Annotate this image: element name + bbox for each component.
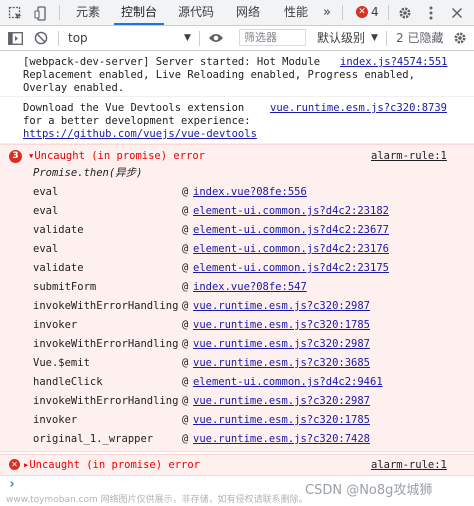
stack-function-name: eval [33, 243, 59, 255]
stack-function-name: submitForm [33, 281, 97, 293]
source-link[interactable]: alarm-rule:1 [371, 458, 447, 472]
source-link[interactable]: alarm-rule:1 [371, 149, 447, 163]
more-tabs-icon[interactable]: » [318, 0, 336, 25]
stack-source-link[interactable]: element-ui.common.js?d4c2:23176 [193, 242, 389, 256]
context-selector[interactable]: top [68, 26, 88, 50]
error-count[interactable]: 4 [371, 0, 379, 25]
csdn-watermark: CSDN @No8g攻城狮 [305, 483, 433, 498]
site-watermark: www.toymoban.com 网络图片仅供展示，非存储，如有侵权请联系删除。 [6, 495, 308, 505]
tab-performance[interactable]: 性能 [276, 0, 316, 25]
tab-console[interactable]: 控制台 [114, 0, 164, 25]
sidebar-toggle-icon[interactable] [6, 29, 24, 47]
async-marker: Promise.then(异步) [33, 167, 143, 179]
stack-function-name: validate [33, 224, 84, 236]
stack-function-name: invokeWithErrorHandling [33, 395, 179, 407]
stack-at-sign: @ [182, 319, 189, 331]
hidden-count: 2 已隐藏 [396, 31, 444, 45]
stack-source-link[interactable]: vue.runtime.esm.js?c320:7428 [193, 432, 370, 446]
stack-source-link[interactable]: element-ui.common.js?d4c2:9461 [193, 375, 383, 389]
filter-input[interactable]: 筛选器 [239, 29, 306, 46]
log-text: Overlay enabled. [23, 82, 125, 94]
levels-dropdown-icon[interactable]: ▼ [371, 26, 378, 50]
more-options-icon[interactable] [422, 4, 440, 22]
devtools-link[interactable]: https://github.com/vuejs/vue-devtools [23, 127, 257, 141]
stack-source-link[interactable]: index.vue?08fe:547 [193, 280, 307, 294]
log-text: [webpack-dev-server] Server started: Hot… [23, 56, 321, 68]
stack-function-name: invokeWithErrorHandling [33, 300, 179, 312]
stack-function-name: eval [33, 205, 59, 217]
stack-source-link[interactable]: vue.runtime.esm.js?c320:3685 [193, 356, 370, 370]
settings-gear-icon[interactable] [396, 4, 414, 22]
log-text: Replacement enabled, Live Reloading enab… [23, 69, 415, 81]
tab-sources[interactable]: 源代码 [170, 0, 222, 25]
error-message-collapsed: ✕ ▸Uncaught (in promise) error alarm-rul… [0, 454, 474, 476]
stack-at-sign: @ [182, 376, 189, 388]
stack-source-link[interactable]: element-ui.common.js?d4c2:23677 [193, 223, 389, 237]
stack-function-name: original_1._wrapper [33, 433, 154, 445]
stack-function-name: handleClick [33, 376, 103, 388]
stack-at-sign: @ [182, 262, 189, 274]
log-text: Download the Vue Devtools extension [23, 102, 245, 114]
console-prompt[interactable]: › [8, 477, 16, 492]
console-settings-gear-icon[interactable] [451, 29, 469, 47]
error-repeat-count: 3 [9, 150, 22, 163]
stack-function-name: invokeWithErrorHandling [33, 338, 179, 350]
live-expression-eye-icon[interactable] [207, 29, 225, 47]
stack-at-sign: @ [182, 281, 189, 293]
device-toggle-icon[interactable] [32, 4, 50, 22]
stack-source-link[interactable]: vue.runtime.esm.js?c320:2987 [193, 394, 370, 408]
devtools-tab-bar: 元素 控制台 源代码 网络 性能 » ✕ 4 [0, 0, 474, 26]
stack-function-name: Vue.$emit [33, 357, 90, 369]
stack-at-sign: @ [182, 395, 189, 407]
log-message: [webpack-dev-server] Server started: Hot… [0, 51, 474, 97]
stack-at-sign: @ [182, 224, 189, 236]
console-output: [webpack-dev-server] Server started: Hot… [0, 51, 474, 506]
stack-source-link[interactable]: vue.runtime.esm.js?c320:1785 [193, 413, 370, 427]
stack-function-name: invoker [33, 414, 78, 426]
error-title[interactable]: ▸Uncaught (in promise) error [23, 458, 200, 472]
stack-source-link[interactable]: vue.runtime.esm.js?c320:2987 [193, 299, 370, 313]
console-toolbar: top ▼ 筛选器 默认级别 ▼ 2 已隐藏 [0, 26, 474, 51]
stack-function-name: eval [33, 186, 59, 198]
stack-at-sign: @ [182, 433, 189, 445]
stack-function-name: invoker [33, 319, 78, 331]
clear-console-icon[interactable] [32, 29, 50, 47]
stack-source-link[interactable]: element-ui.common.js?d4c2:23175 [193, 261, 389, 275]
stack-source-link[interactable]: vue.runtime.esm.js?c320:1785 [193, 318, 370, 332]
source-link[interactable]: index.js?4574:551 [340, 55, 447, 69]
stack-at-sign: @ [182, 205, 189, 217]
error-icon: ✕ [9, 459, 20, 470]
context-dropdown-icon[interactable]: ▼ [184, 26, 191, 50]
error-count-icon[interactable]: ✕ [356, 6, 368, 18]
log-text: for a better development experience: [23, 115, 251, 127]
stack-at-sign: @ [182, 414, 189, 426]
tab-elements[interactable]: 元素 [66, 0, 110, 25]
tab-network[interactable]: 网络 [228, 0, 268, 25]
error-message-expanded: 3 ▾Uncaught (in promise) error alarm-rul… [0, 144, 474, 452]
stack-at-sign: @ [182, 243, 189, 255]
log-message: Download the Vue Devtools extension for … [0, 98, 474, 144]
close-devtools-icon[interactable] [448, 4, 466, 22]
stack-at-sign: @ [182, 186, 189, 198]
error-title[interactable]: ▾Uncaught (in promise) error [28, 149, 205, 163]
stack-at-sign: @ [182, 300, 189, 312]
stack-source-link[interactable]: index.vue?08fe:556 [193, 185, 307, 199]
log-levels-dropdown[interactable]: 默认级别 [317, 26, 365, 50]
stack-source-link[interactable]: element-ui.common.js?d4c2:23182 [193, 204, 389, 218]
source-link[interactable]: vue.runtime.esm.js?c320:8739 [270, 101, 447, 115]
stack-at-sign: @ [182, 357, 189, 369]
stack-at-sign: @ [182, 338, 189, 350]
stack-source-link[interactable]: vue.runtime.esm.js?c320:2987 [193, 337, 370, 351]
inspect-element-icon[interactable] [6, 4, 24, 22]
stack-function-name: validate [33, 262, 84, 274]
